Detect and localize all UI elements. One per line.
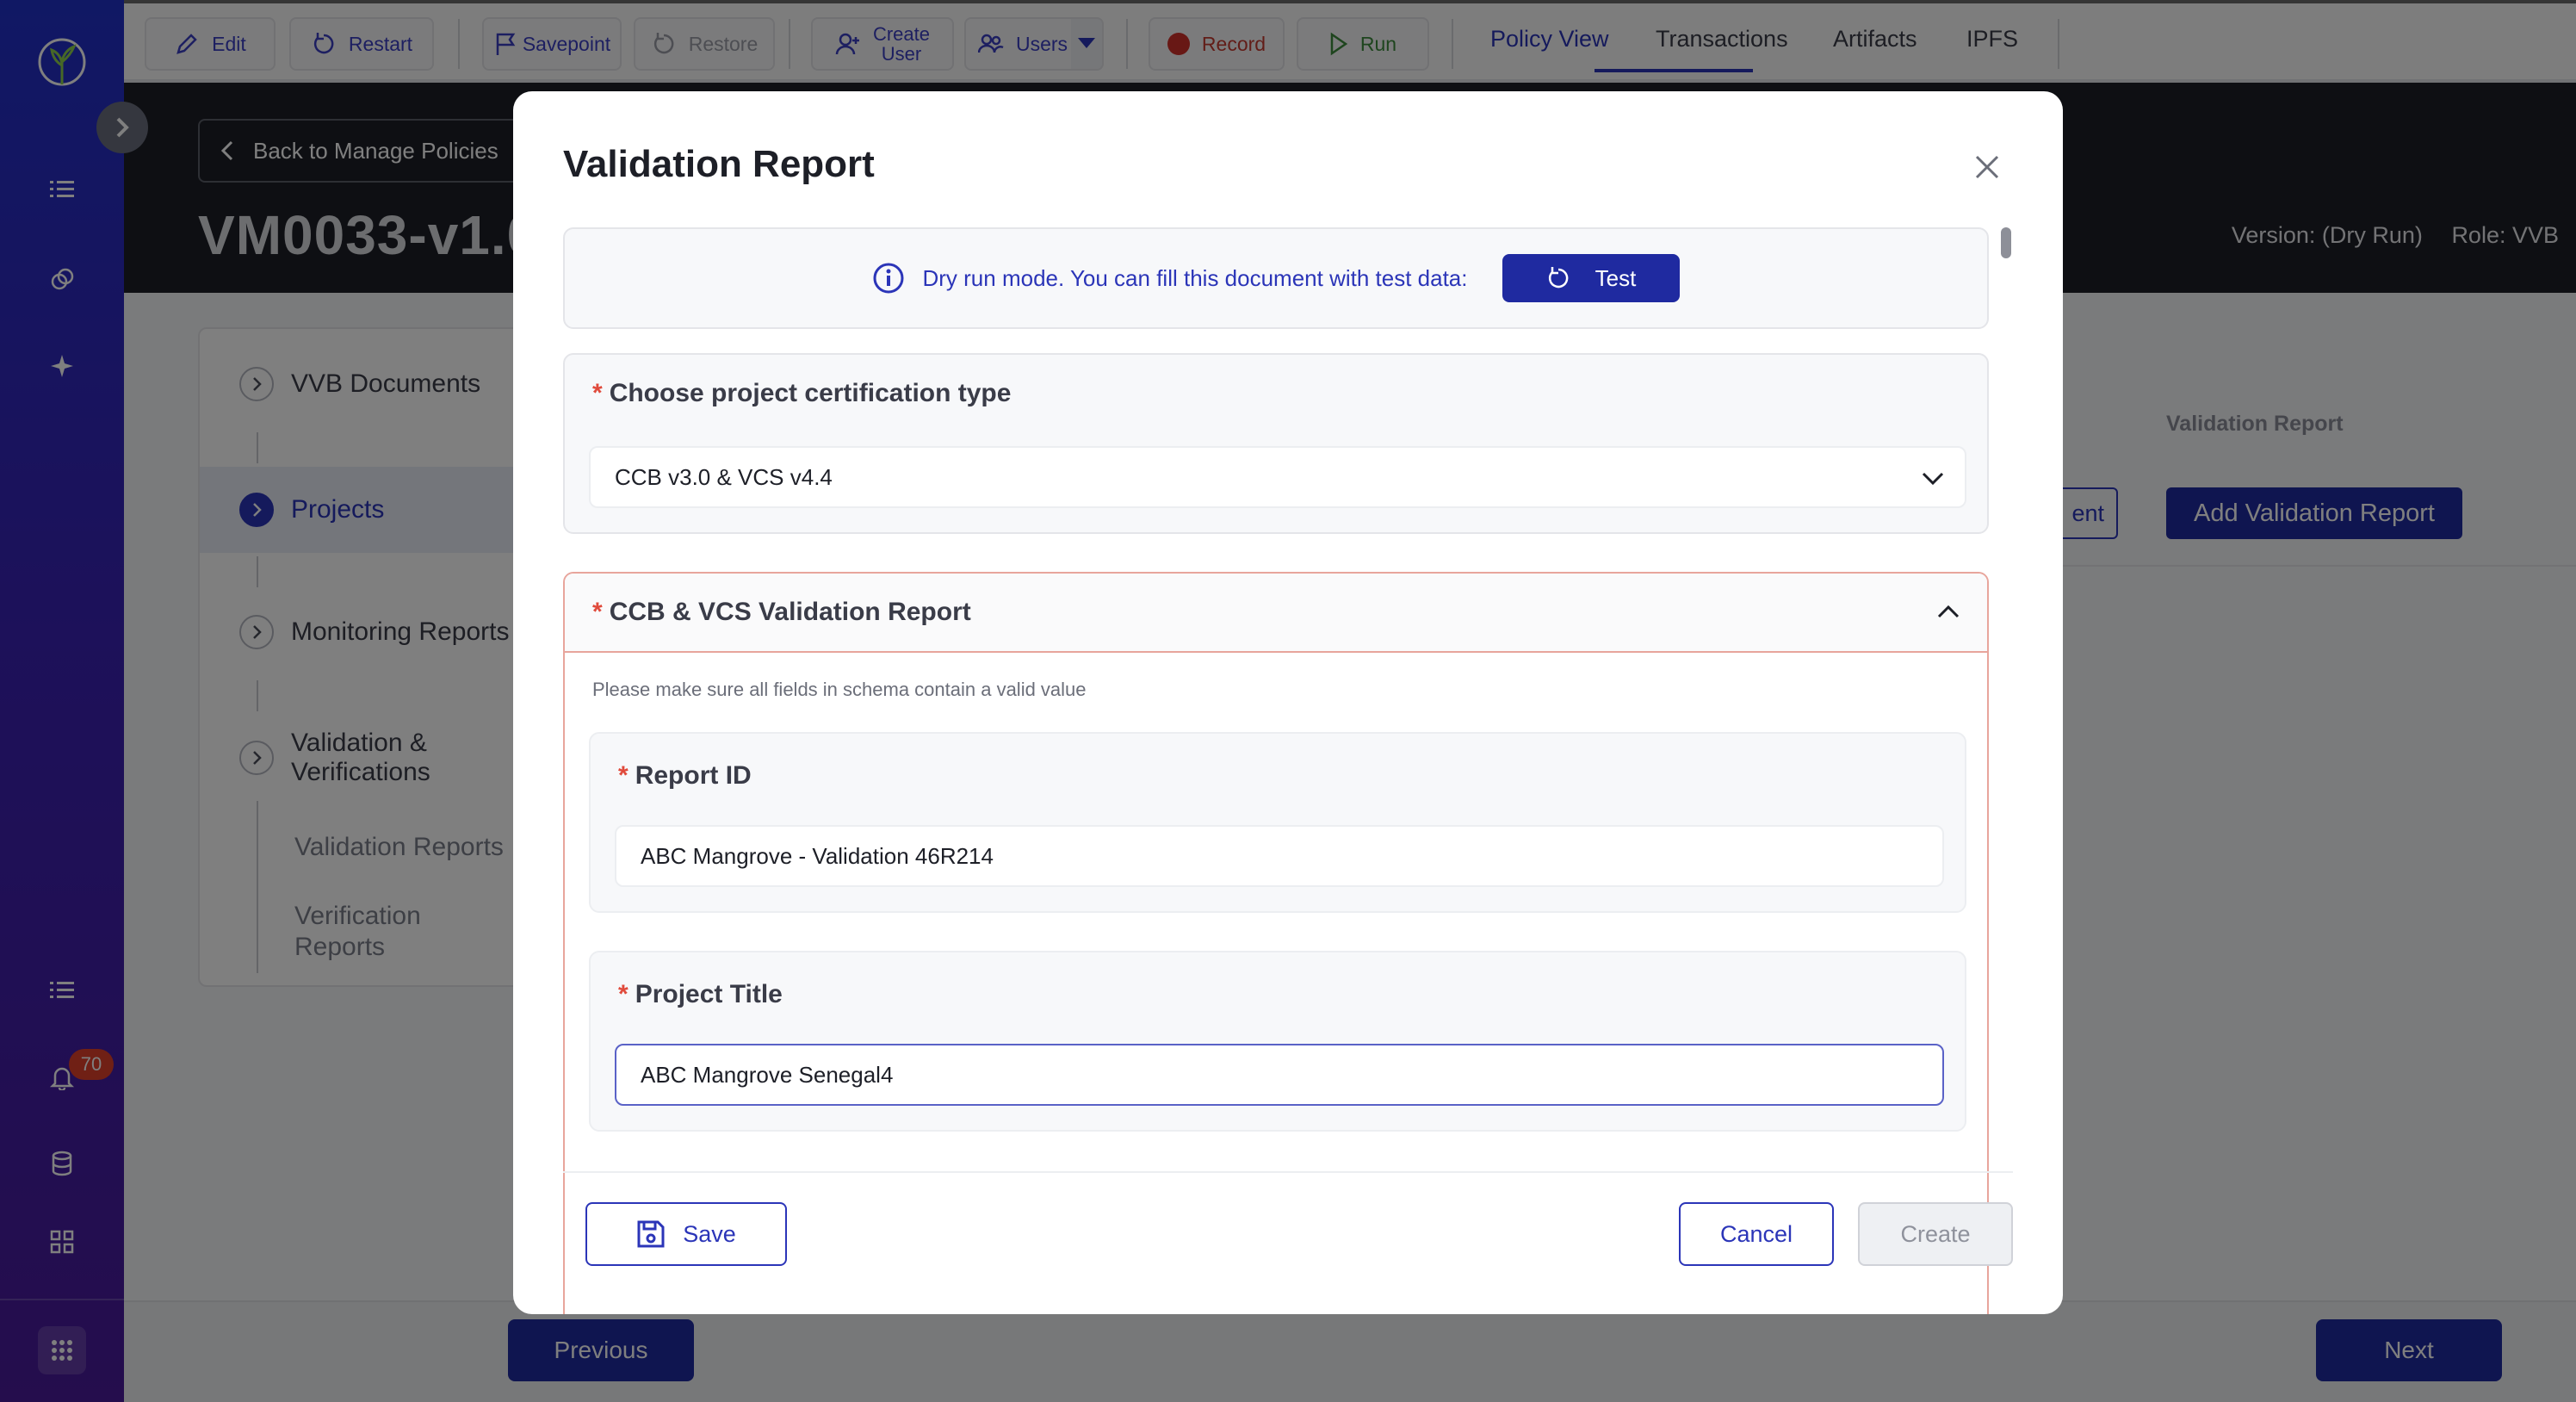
section-hint: Please make sure all fields in schema co… bbox=[592, 679, 1087, 700]
close-icon[interactable] bbox=[1970, 150, 2004, 184]
project-title-input[interactable]: ABC Mangrove Senegal4 bbox=[615, 1044, 1944, 1106]
test-label: Test bbox=[1595, 264, 1637, 291]
report-id-field: * Report ID ABC Mangrove - Validation 46R… bbox=[589, 732, 1966, 913]
save-button[interactable]: Save bbox=[585, 1202, 787, 1266]
dry-run-banner: Dry run mode. You can fill this document… bbox=[563, 227, 1989, 329]
certification-type-value: CCB v3.0 & VCS v4.4 bbox=[615, 463, 833, 490]
certification-type-label: * Choose project certification type bbox=[592, 379, 1012, 407]
section-title: * CCB & VCS Validation Report bbox=[592, 598, 971, 626]
chevron-down-icon bbox=[1922, 472, 1944, 486]
validation-report-dialog: Validation Report Dry run mode. You can … bbox=[513, 91, 2063, 1314]
certification-type-field: * Choose project certification type CCB v… bbox=[563, 353, 1989, 534]
cancel-button[interactable]: Cancel bbox=[1679, 1202, 1834, 1266]
refresh-icon bbox=[1548, 267, 1569, 288]
create-button[interactable]: Create bbox=[1858, 1202, 2013, 1266]
scrollbar-thumb[interactable] bbox=[2001, 227, 2011, 258]
report-id-input[interactable]: ABC Mangrove - Validation 46R214 bbox=[615, 825, 1944, 887]
save-label: Save bbox=[683, 1220, 736, 1247]
dialog-footer-divider bbox=[563, 1171, 2013, 1173]
report-id-label: * Report ID bbox=[618, 761, 752, 790]
floppy-disk-icon bbox=[637, 1220, 665, 1248]
chevron-up-icon[interactable] bbox=[1935, 599, 1961, 625]
project-title-label: * Project Title bbox=[618, 980, 783, 1008]
section-header[interactable]: * CCB & VCS Validation Report bbox=[565, 574, 1987, 653]
dialog-title: Validation Report bbox=[563, 143, 875, 185]
dry-run-text: Dry run mode. You can fill this document… bbox=[922, 264, 1468, 291]
certification-type-select[interactable]: CCB v3.0 & VCS v4.4 bbox=[589, 446, 1966, 508]
info-icon bbox=[873, 263, 904, 294]
test-data-button[interactable]: Test bbox=[1502, 254, 1680, 302]
project-title-field: * Project Title ABC Mangrove Senegal4 bbox=[589, 951, 1966, 1132]
